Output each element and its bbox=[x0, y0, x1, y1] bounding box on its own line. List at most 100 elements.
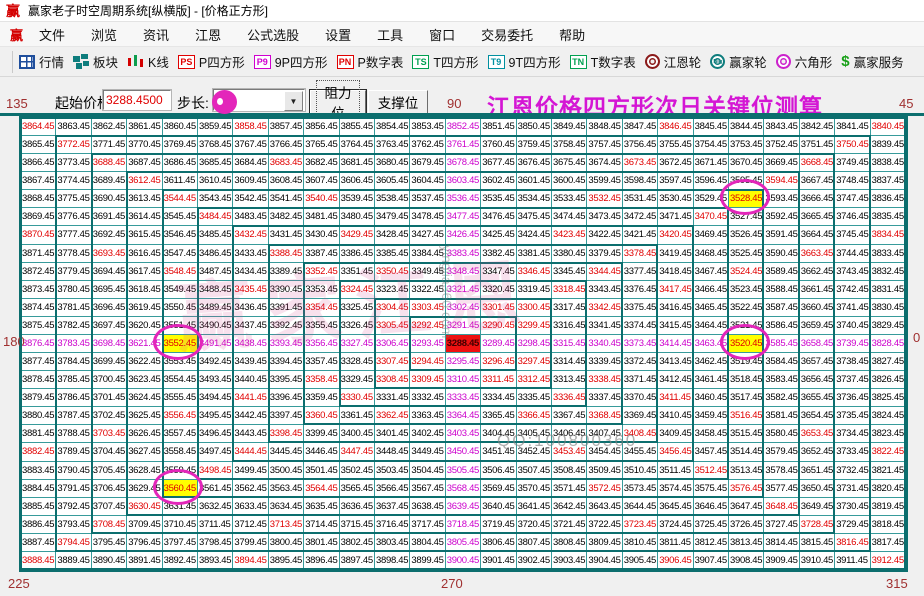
grid-cell: 3869.45 bbox=[21, 208, 57, 227]
menu-item-9[interactable]: 帮助 bbox=[553, 23, 591, 46]
grid-cell: 3316.45 bbox=[552, 316, 588, 335]
grid-cell: 3905.45 bbox=[622, 551, 659, 570]
grid-cell: 3820.45 bbox=[870, 479, 906, 498]
menu-item-1[interactable]: 浏览 bbox=[85, 23, 123, 46]
grid-cell: 3818.45 bbox=[870, 515, 906, 534]
grid-cell: 3622.45 bbox=[127, 353, 163, 372]
annotation-dot bbox=[212, 90, 237, 114]
grid-cell: 3831.45 bbox=[870, 280, 906, 299]
grid-cell: 3367.45 bbox=[552, 407, 588, 426]
start-price-input[interactable] bbox=[102, 89, 172, 111]
grid-cell: 3871.45 bbox=[21, 244, 57, 263]
grid-cell: 3877.45 bbox=[21, 353, 57, 372]
toolbar-item-6[interactable]: TS T四方形 bbox=[412, 52, 479, 71]
menu-item-7[interactable]: 窗口 bbox=[423, 23, 461, 46]
grid-cell: 3330.45 bbox=[339, 389, 375, 408]
grid-cell: 3421.45 bbox=[622, 226, 659, 245]
grid-cell: 3607.45 bbox=[304, 172, 340, 191]
grid-cell: 3315.45 bbox=[552, 334, 588, 354]
grid-cell: 3574.45 bbox=[658, 479, 694, 498]
resistance-button[interactable]: 阻力位 bbox=[310, 80, 366, 124]
grid-cell: 3733.45 bbox=[835, 443, 871, 462]
grid-cell: 3369.45 bbox=[622, 407, 659, 426]
grid-cell: 3727.45 bbox=[764, 515, 800, 534]
grid-cell: 3887.45 bbox=[21, 533, 57, 552]
grid-cell: 3498.45 bbox=[198, 461, 234, 480]
grid-cell: 3467.45 bbox=[693, 262, 729, 281]
grid-cell: 3650.45 bbox=[799, 479, 836, 498]
grid-cell: 3362.45 bbox=[375, 407, 411, 426]
toolbar-item-3[interactable]: PS P四方形 bbox=[177, 52, 245, 71]
grid-cell: 3635.45 bbox=[304, 497, 340, 516]
grid-cell: 3510.45 bbox=[622, 461, 659, 480]
menu-item-2[interactable]: 资讯 bbox=[137, 23, 175, 46]
grid-cell: 3322.45 bbox=[410, 280, 446, 299]
grid-cell: 3538.45 bbox=[375, 190, 411, 209]
grid-cell: 3482.45 bbox=[268, 208, 305, 227]
toolbar-item-5[interactable]: PN P数字表 bbox=[336, 52, 403, 71]
grid-cell: 3880.45 bbox=[21, 407, 57, 426]
menu-item-8[interactable]: 交易委托 bbox=[475, 23, 539, 46]
menu-item-6[interactable]: 工具 bbox=[371, 23, 409, 46]
menu-item-3[interactable]: 江恩 bbox=[189, 23, 227, 46]
grid-cell: 3766.45 bbox=[268, 136, 305, 155]
grid-cell: 3503.45 bbox=[375, 461, 411, 480]
grid-cell: 3550.45 bbox=[162, 298, 198, 317]
grid-cell: 3632.45 bbox=[198, 497, 234, 516]
grid-cell: 3815.45 bbox=[799, 533, 836, 552]
grid-cell: 3790.45 bbox=[56, 461, 92, 480]
toolbar-item-10[interactable]: Big 赢家轮 bbox=[710, 52, 767, 71]
grid-cell: 3395.45 bbox=[268, 371, 305, 390]
grid-cell: 3808.45 bbox=[552, 533, 588, 552]
grid-cell: 3305.45 bbox=[375, 316, 411, 335]
grid-cell: 3505.45 bbox=[445, 461, 482, 480]
grid-cell: 3872.45 bbox=[21, 262, 57, 281]
grid-cell: 3725.45 bbox=[693, 515, 729, 534]
grid-cell: 3617.45 bbox=[127, 262, 163, 281]
grid-cell: 3631.45 bbox=[162, 497, 198, 516]
toolbar-item-4[interactable]: P9 9P四方形 bbox=[253, 52, 328, 71]
grid-cell: 3566.45 bbox=[375, 479, 411, 498]
grid-cell: 3473.45 bbox=[587, 208, 623, 227]
grid-cell: 3876.45 bbox=[21, 334, 57, 354]
grid-cell: 3535.45 bbox=[481, 190, 517, 209]
menu-item-5[interactable]: 设置 bbox=[319, 23, 357, 46]
grid-cell: 3655.45 bbox=[799, 389, 836, 408]
grid-cell: 3428.45 bbox=[375, 226, 411, 245]
toolbar-item-1[interactable]: 板块 bbox=[73, 52, 118, 71]
grid-cell: 3714.45 bbox=[304, 515, 340, 534]
grid-cell: 3656.45 bbox=[799, 371, 836, 390]
grid-cell: 3699.45 bbox=[91, 353, 128, 372]
combobox-arrow-icon[interactable]: ▼ bbox=[284, 91, 303, 111]
grid-cell: 3822.45 bbox=[870, 443, 906, 462]
grid-cell: 3749.45 bbox=[835, 154, 871, 173]
grid-cell: 3654.45 bbox=[799, 407, 836, 426]
grid-cell: 3760.45 bbox=[481, 136, 517, 155]
toolbar-item-2[interactable]: K线 bbox=[127, 52, 169, 71]
grid-cell: 3402.45 bbox=[410, 425, 446, 444]
grid-cell: 3414.45 bbox=[658, 334, 694, 354]
grid-cell: 3756.45 bbox=[622, 136, 659, 155]
menu-item-0[interactable]: 文件 bbox=[33, 23, 71, 46]
grid-cell: 3641.45 bbox=[516, 497, 552, 516]
grid-cell: 3439.45 bbox=[233, 353, 269, 372]
toolbar-item-9[interactable]: 江恩轮 bbox=[644, 52, 701, 71]
grid-cell: 3844.45 bbox=[729, 118, 765, 137]
toolbar-item-0[interactable]: 行情 bbox=[19, 52, 64, 71]
grid-cell: 3751.45 bbox=[799, 136, 836, 155]
grid-cell: 3586.45 bbox=[764, 316, 800, 335]
grid-cell: 3642.45 bbox=[552, 497, 588, 516]
grid-cell: 3783.45 bbox=[56, 334, 92, 354]
grid-cell: 3875.45 bbox=[21, 316, 57, 335]
toolbar-item-11[interactable]: 六角形 bbox=[775, 52, 832, 71]
grid-cell: 3432.45 bbox=[233, 226, 269, 245]
grid-cell: 3471.45 bbox=[658, 208, 694, 227]
menu-item-4[interactable]: 公式选股 bbox=[241, 23, 305, 46]
toolbar-item-8[interactable]: TN T数字表 bbox=[569, 52, 636, 71]
grid-cell: 3420.45 bbox=[658, 226, 694, 245]
toolbar-item-7[interactable]: T9 9T四方形 bbox=[487, 52, 561, 71]
grid-cell: 3396.45 bbox=[268, 389, 305, 408]
toolbar-item-12[interactable]: $ 赢家服务 bbox=[841, 52, 903, 71]
grid-cell: 3618.45 bbox=[127, 280, 163, 299]
support-button[interactable]: 支撑位 bbox=[368, 90, 428, 114]
